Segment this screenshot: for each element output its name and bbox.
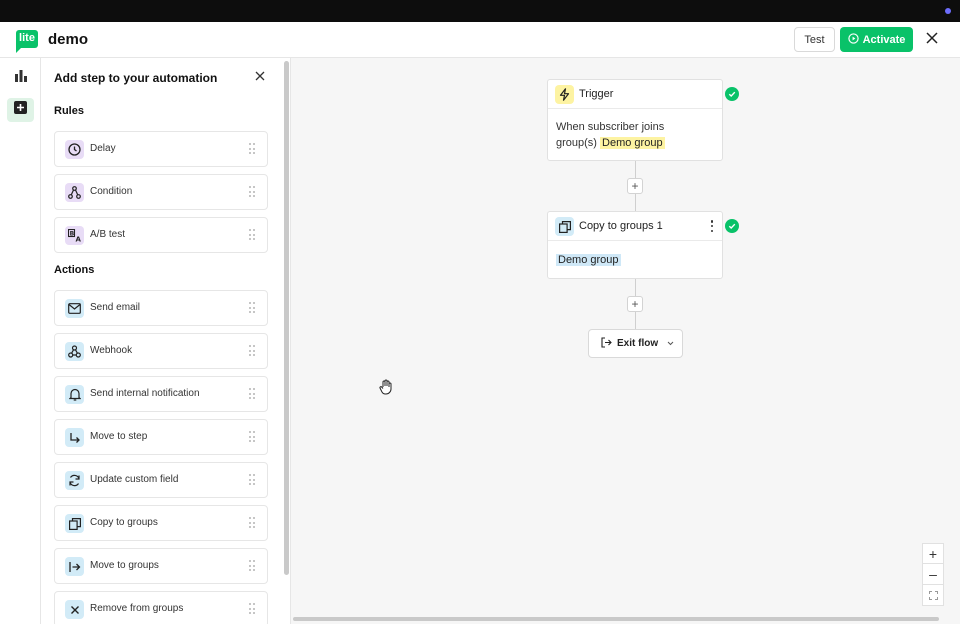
drag-handle-icon[interactable]	[249, 431, 255, 443]
check-circle-icon	[725, 219, 739, 233]
step-label: Move to step	[90, 431, 148, 442]
ab-test-icon: BA	[65, 226, 84, 245]
exit-flow-button[interactable]: Exit flow	[588, 329, 683, 358]
trigger-line-2: group(s) Demo group	[556, 135, 665, 151]
close-panel-button[interactable]	[253, 70, 267, 84]
trigger-node-header: Trigger	[548, 80, 722, 109]
step-item-delay[interactable]: Delay	[54, 131, 268, 167]
step-label: Copy to groups	[90, 517, 158, 528]
condition-branch-icon	[65, 183, 84, 202]
copy-node-body: Demo group	[556, 252, 621, 268]
svg-text:B: B	[69, 230, 74, 237]
trigger-line-2-prefix: group(s)	[556, 137, 597, 149]
svg-text:A: A	[75, 236, 81, 243]
more-options-icon[interactable]	[710, 220, 714, 232]
step-item-send-email[interactable]: Send email	[54, 290, 268, 326]
exit-icon	[601, 336, 612, 351]
left-rail	[0, 58, 41, 624]
trigger-group-tag[interactable]: Demo group	[600, 137, 665, 149]
step-item-move-to-groups[interactable]: Move to groups	[54, 548, 268, 584]
add-step-button[interactable]	[7, 98, 34, 122]
trigger-description: When subscriber joins group(s) Demo grou…	[556, 119, 665, 151]
drag-handle-icon[interactable]	[249, 186, 255, 198]
activate-button[interactable]: Activate	[840, 27, 913, 52]
copy-node-title: Copy to groups 1	[579, 220, 663, 232]
step-label: Update custom field	[90, 474, 179, 485]
refresh-icon	[65, 471, 84, 490]
move-arrow-icon	[65, 428, 84, 447]
drag-handle-icon[interactable]	[249, 474, 255, 486]
lightning-icon	[555, 85, 574, 104]
move-to-group-icon	[65, 557, 84, 576]
panel-scrollbar[interactable]	[284, 61, 289, 575]
drag-handle-icon[interactable]	[249, 345, 255, 357]
close-icon	[255, 68, 265, 86]
chevron-down-icon	[667, 338, 674, 349]
step-label: A/B test	[90, 229, 126, 240]
zoom-out-button[interactable]: –	[922, 564, 944, 585]
copy-group-tag[interactable]: Demo group	[556, 254, 621, 266]
drag-handle-icon[interactable]	[249, 517, 255, 529]
trigger-node[interactable]: Trigger When subscriber joins group(s) D…	[547, 79, 723, 161]
add-step-plus-button[interactable]: +	[627, 296, 643, 312]
step-item-webhook[interactable]: Webhook	[54, 333, 268, 369]
copy-icon	[65, 514, 84, 533]
drag-handle-icon[interactable]	[249, 143, 255, 155]
fit-screen-icon	[928, 587, 938, 603]
app-header: lite demo Test Activate	[0, 22, 960, 58]
drag-handle-icon[interactable]	[249, 603, 255, 615]
clock-icon	[65, 140, 84, 159]
step-label: Webhook	[90, 345, 133, 356]
trigger-title: Trigger	[579, 88, 614, 100]
step-item-send-internal-notification[interactable]: Send internal notification	[54, 376, 268, 412]
step-label: Delay	[90, 143, 116, 154]
copy-icon	[555, 217, 574, 236]
panel-title: Add step to your automation	[54, 71, 218, 85]
webhook-icon	[65, 342, 84, 361]
bell-icon	[65, 385, 84, 404]
app-logo: lite	[16, 30, 38, 53]
status-dot	[945, 8, 951, 14]
zoom-in-button[interactable]: +	[922, 543, 944, 564]
play-circle-icon	[847, 32, 859, 47]
copy-node-header: Copy to groups 1	[548, 212, 722, 241]
automation-title[interactable]: demo	[48, 31, 88, 48]
bar-chart-icon	[14, 69, 28, 87]
check-circle-icon	[725, 87, 739, 101]
rules-heading: Rules	[54, 105, 84, 117]
step-label: Send internal notification	[90, 388, 200, 399]
add-step-panel: Add step to your automation Rules Delay …	[41, 58, 281, 624]
step-label: Condition	[90, 186, 133, 197]
trigger-line-1: When subscriber joins	[556, 121, 665, 133]
copy-to-groups-node[interactable]: Copy to groups 1 Demo group	[547, 211, 723, 279]
activate-label: Activate	[862, 33, 906, 46]
x-icon	[65, 600, 84, 619]
add-step-plus-button[interactable]: +	[627, 178, 643, 194]
drag-handle-icon[interactable]	[249, 388, 255, 400]
drag-handle-icon[interactable]	[249, 229, 255, 241]
canvas-scrollbar[interactable]	[293, 617, 939, 621]
step-item-remove-from-groups[interactable]: Remove from groups	[54, 591, 268, 624]
step-label: Remove from groups	[90, 603, 184, 614]
test-button[interactable]: Test	[794, 27, 835, 52]
step-item-copy-to-groups[interactable]: Copy to groups	[54, 505, 268, 541]
drag-handle-icon[interactable]	[249, 302, 255, 314]
close-editor-button[interactable]	[922, 30, 942, 50]
system-top-bar	[0, 0, 960, 22]
step-label: Move to groups	[90, 560, 159, 571]
drag-handle-icon[interactable]	[249, 560, 255, 572]
exit-flow-label: Exit flow	[617, 338, 659, 349]
step-item-ab-test[interactable]: BA A/B test	[54, 217, 268, 253]
hand-cursor-icon	[379, 379, 393, 395]
plus-square-icon	[14, 101, 27, 119]
envelope-icon	[65, 299, 84, 318]
close-icon	[926, 31, 938, 49]
actions-heading: Actions	[54, 264, 95, 276]
step-item-update-custom-field[interactable]: Update custom field	[54, 462, 268, 498]
fit-view-button[interactable]	[922, 585, 944, 606]
step-item-move-to-step[interactable]: Move to step	[54, 419, 268, 455]
step-label: Send email	[90, 302, 141, 313]
step-item-condition[interactable]: Condition	[54, 174, 268, 210]
reports-button[interactable]	[7, 66, 34, 90]
